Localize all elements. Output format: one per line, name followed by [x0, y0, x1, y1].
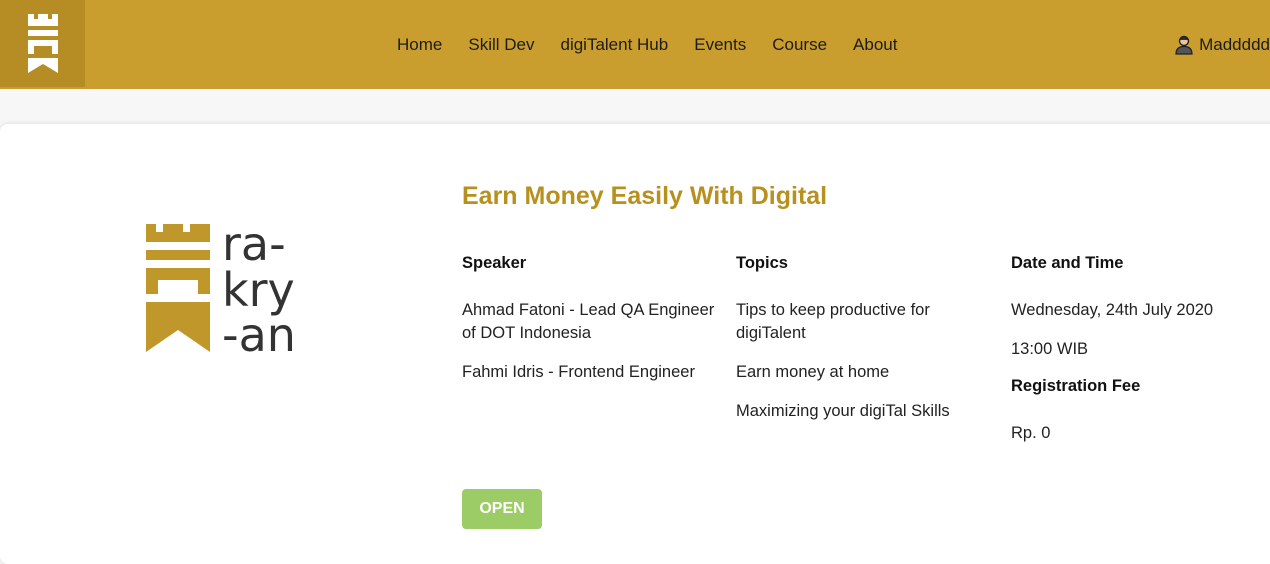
topics-column: Topics Tips to keep productive for digiT… — [736, 254, 996, 439]
user-avatar-icon — [1175, 35, 1193, 55]
castle-logo-icon — [146, 224, 210, 352]
event-logo: ra- kry -an — [146, 217, 321, 362]
speaker-heading: Speaker — [462, 254, 527, 272]
nav-skill-dev[interactable]: Skill Dev — [468, 35, 534, 55]
topics-heading: Topics — [736, 254, 788, 272]
speaker-item: Ahmad Fatoni - Lead QA Engineer of DOT I… — [462, 301, 715, 342]
event-date: Wednesday, 24th July 2020 — [1011, 301, 1214, 319]
event-detail-card: ra- kry -an Earn Money Easily With Digit… — [0, 124, 1270, 564]
nav-digitalent-hub[interactable]: digiTalent Hub — [560, 35, 668, 55]
datetime-column: Date and Time Wednesday, 24th July 2020 … — [1011, 254, 1270, 461]
topic-item: Maximizing your digiTal Skills — [736, 402, 950, 420]
registration-fee-value: Rp. 0 — [1011, 424, 1051, 442]
user-name: Maddddd — [1199, 34, 1270, 54]
event-time: 13:00 WIB — [1011, 340, 1089, 358]
datetime-heading: Date and Time — [1011, 254, 1124, 272]
event-title: Earn Money Easily With Digital — [462, 182, 828, 210]
top-navbar: Home Skill Dev digiTalent Hub Events Cou… — [0, 0, 1270, 89]
registration-fee-heading: Registration Fee — [1011, 377, 1141, 395]
open-status-button[interactable]: OPEN — [462, 489, 542, 529]
topic-item: Tips to keep productive for digiTalent — [736, 301, 930, 342]
logo-text-line-3: -an — [222, 308, 296, 354]
topic-item: Earn money at home — [736, 363, 890, 381]
castle-logo-icon — [27, 13, 58, 73]
main-nav: Home Skill Dev digiTalent Hub Events Cou… — [384, 0, 910, 89]
nav-about[interactable]: About — [853, 35, 897, 55]
nav-home[interactable]: Home — [397, 35, 442, 55]
speaker-item: Fahmi Idris - Frontend Engineer — [462, 363, 695, 381]
brand-logo[interactable] — [0, 0, 85, 87]
speaker-column: Speaker Ahmad Fatoni - Lead QA Engineer … — [462, 254, 722, 400]
nav-events[interactable]: Events — [694, 35, 746, 55]
user-menu[interactable]: Maddddd — [1175, 0, 1270, 89]
nav-course[interactable]: Course — [772, 35, 827, 55]
